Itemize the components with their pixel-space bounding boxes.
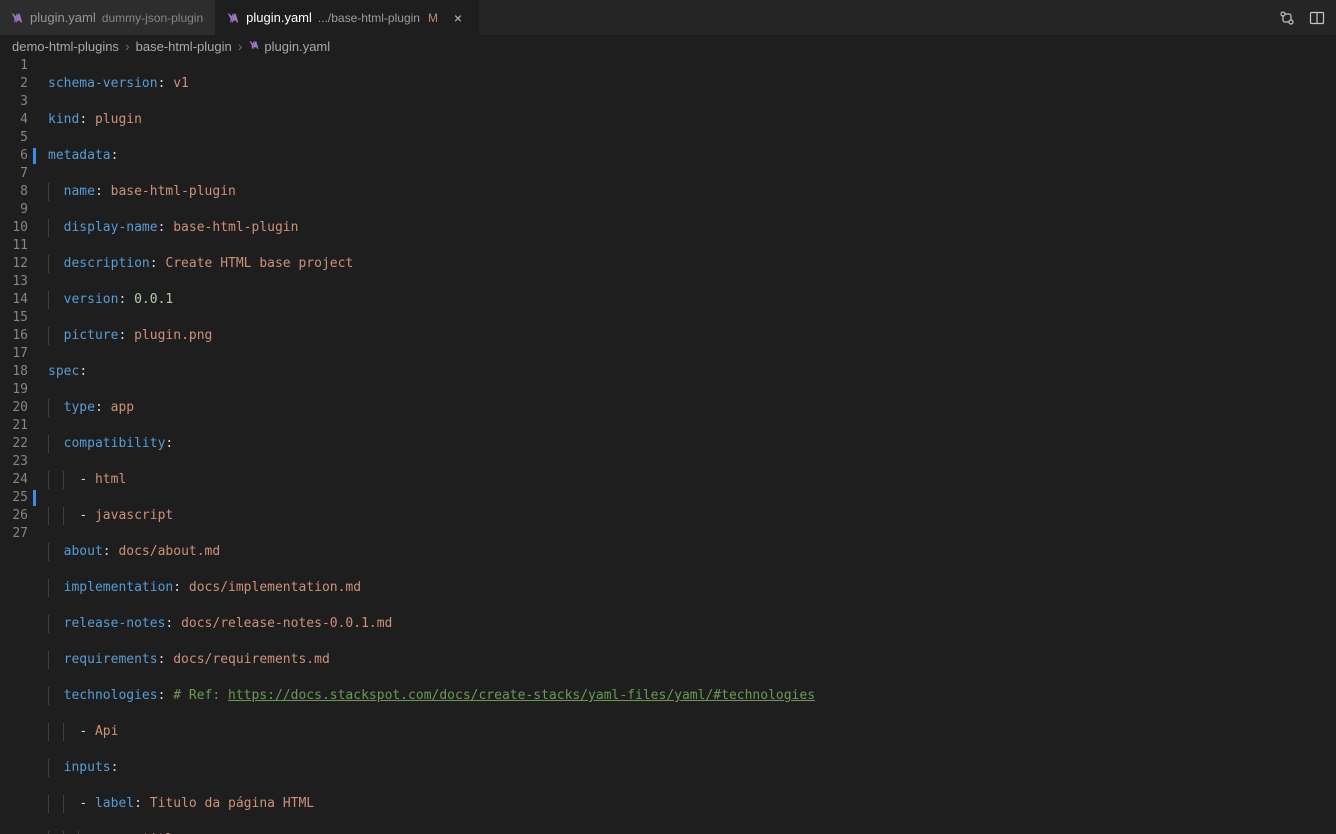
split-editor-icon[interactable] xyxy=(1308,9,1326,27)
chevron-right-icon: › xyxy=(125,38,130,54)
breadcrumb[interactable]: demo-html-plugins › base-html-plugin › p… xyxy=(0,35,1336,57)
modified-line-marker xyxy=(33,148,36,164)
code-editor[interactable]: 12345 6 7891011 1213141516 1718192021 22… xyxy=(0,57,1336,834)
breadcrumb-item[interactable]: plugin.yaml xyxy=(248,39,330,54)
tab-filename: plugin.yaml xyxy=(30,10,96,25)
code-content[interactable]: schema-version: v1 kind: plugin metadata… xyxy=(48,57,1336,834)
breadcrumb-item[interactable]: base-html-plugin xyxy=(136,39,232,54)
yaml-icon xyxy=(248,39,260,54)
tab-bar: plugin.yaml dummy-json-plugin plugin.yam… xyxy=(0,0,1336,35)
tab-plugin-yaml-dummy[interactable]: plugin.yaml dummy-json-plugin xyxy=(0,0,216,35)
chevron-right-icon: › xyxy=(238,38,243,54)
breadcrumb-item[interactable]: demo-html-plugins xyxy=(12,39,119,54)
tab-subtitle: .../base-html-plugin xyxy=(318,11,420,25)
modified-line-marker xyxy=(33,490,36,506)
close-icon[interactable]: × xyxy=(450,10,466,26)
yaml-icon xyxy=(10,11,24,25)
line-number-gutter: 12345 6 7891011 1213141516 1718192021 22… xyxy=(0,57,48,834)
tab-plugin-yaml-basehtml[interactable]: plugin.yaml .../base-html-plugin M × xyxy=(216,0,479,35)
yaml-icon xyxy=(226,11,240,25)
compare-changes-icon[interactable] xyxy=(1278,9,1296,27)
tab-modified-indicator: M xyxy=(428,11,438,25)
tab-subtitle: dummy-json-plugin xyxy=(102,11,203,25)
tab-filename: plugin.yaml xyxy=(246,10,312,25)
